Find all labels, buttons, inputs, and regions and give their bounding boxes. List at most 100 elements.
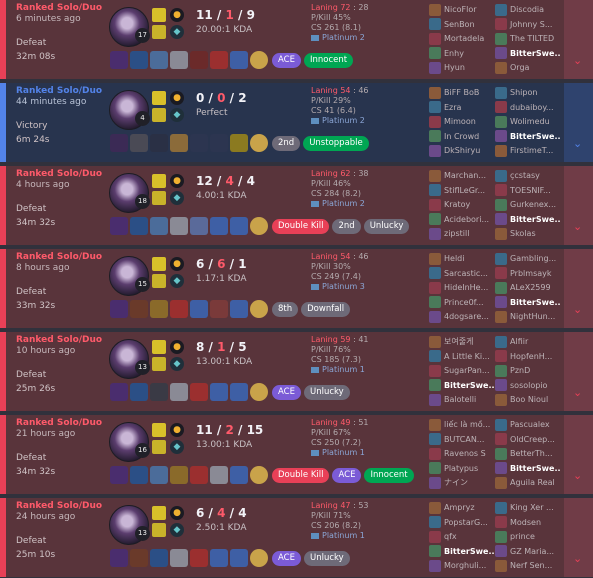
- player-entry[interactable]: liếc là mồ...: [429, 418, 495, 433]
- player-entry[interactable]: The TILTED: [495, 32, 561, 47]
- player-name[interactable]: In Crowd: [444, 132, 479, 141]
- player-name[interactable]: StiflLeGr...: [444, 186, 485, 195]
- player-entry[interactable]: Kratoy: [429, 198, 495, 213]
- player-entry[interactable]: BitterSwe...: [429, 545, 495, 560]
- player-entry[interactable]: BetterTh...: [495, 447, 561, 462]
- player-name[interactable]: Hyun: [444, 63, 465, 72]
- player-name[interactable]: BitterSwe...: [510, 132, 561, 141]
- player-name[interactable]: qfx: [444, 532, 457, 541]
- player-name[interactable]: King Xer ...: [510, 503, 554, 512]
- player-name[interactable]: BitterSwe...: [444, 547, 495, 556]
- player-entry[interactable]: OldCreep...: [495, 433, 561, 448]
- player-entry[interactable]: BiFF BoB: [429, 86, 495, 101]
- player-name[interactable]: BitterSwe...: [510, 49, 561, 58]
- player-name[interactable]: HopfenH...: [510, 352, 552, 361]
- player-name[interactable]: çcstasy: [510, 171, 540, 180]
- player-name[interactable]: Orga: [510, 63, 529, 72]
- expand-button[interactable]: ⌄: [564, 166, 593, 245]
- player-entry[interactable]: Ravenos S: [429, 447, 495, 462]
- expand-button[interactable]: ⌄: [564, 0, 593, 79]
- player-entry[interactable]: Wolimedu: [495, 115, 561, 130]
- player-entry[interactable]: SenBon: [429, 18, 495, 33]
- player-entry[interactable]: NicoFlor: [429, 3, 495, 18]
- player-name[interactable]: Wolimedu: [510, 117, 550, 126]
- player-name[interactable]: BitterSwe...: [510, 298, 561, 307]
- player-name[interactable]: ALeX2599: [510, 283, 551, 292]
- player-entry[interactable]: FirstimeT...: [495, 144, 561, 159]
- player-name[interactable]: Nerf Sen...: [510, 561, 552, 570]
- player-name[interactable]: TOESNIF...: [510, 186, 551, 195]
- player-name[interactable]: Pascualex: [510, 420, 550, 429]
- player-name[interactable]: SugarPan...: [444, 366, 489, 375]
- player-name[interactable]: BUTCAN...: [444, 435, 484, 444]
- expand-button[interactable]: ⌄: [564, 415, 593, 494]
- player-entry[interactable]: Prince0f...: [429, 296, 495, 311]
- player-name[interactable]: BetterTh...: [510, 449, 552, 458]
- player-entry[interactable]: qfx: [429, 530, 495, 545]
- player-entry[interactable]: Marchan...: [429, 169, 495, 184]
- player-name[interactable]: FirstimeT...: [510, 146, 553, 155]
- player-entry[interactable]: HopfenH...: [495, 350, 561, 365]
- player-entry[interactable]: Hyun: [429, 61, 495, 76]
- player-entry[interactable]: Mortadela: [429, 32, 495, 47]
- player-name[interactable]: Discodia: [510, 5, 544, 14]
- player-entry[interactable]: Modsen: [495, 516, 561, 531]
- player-entry[interactable]: ナイン: [429, 476, 495, 491]
- player-entry[interactable]: BitterSwe...: [495, 213, 561, 228]
- player-entry[interactable]: Gurkenex...: [495, 198, 561, 213]
- match-card[interactable]: Ranked Solo/Duo 44 minutes ago Victory 6m 2…: [0, 83, 593, 162]
- player-name[interactable]: Acidebori...: [444, 215, 489, 224]
- player-entry[interactable]: Acidebori...: [429, 213, 495, 228]
- player-entry[interactable]: HideInHe...: [429, 281, 495, 296]
- player-entry[interactable]: Skolas: [495, 227, 561, 242]
- player-entry[interactable]: Balotelli: [429, 393, 495, 408]
- player-name[interactable]: sosolopio: [510, 381, 547, 390]
- player-entry[interactable]: 4dogsare...: [429, 310, 495, 325]
- player-name[interactable]: Alfiir: [510, 337, 528, 346]
- expand-button[interactable]: ⌄: [564, 332, 593, 411]
- player-entry[interactable]: sosolopio: [495, 379, 561, 394]
- player-name[interactable]: Mortadela: [444, 34, 484, 43]
- player-entry[interactable]: King Xer ...: [495, 501, 561, 516]
- player-entry[interactable]: Heldi: [429, 252, 495, 267]
- player-name[interactable]: Ravenos S: [444, 449, 486, 458]
- player-entry[interactable]: Pascualex: [495, 418, 561, 433]
- player-entry[interactable]: çcstasy: [495, 169, 561, 184]
- player-entry[interactable]: Orga: [495, 61, 561, 76]
- player-entry[interactable]: A Little Ki...: [429, 350, 495, 365]
- expand-button[interactable]: ⌄: [564, 83, 593, 162]
- player-name[interactable]: Balotelli: [444, 395, 476, 404]
- player-name[interactable]: ナイン: [444, 478, 468, 487]
- player-entry[interactable]: BitterSwe...: [495, 47, 561, 62]
- player-name[interactable]: PznD: [510, 366, 530, 375]
- player-name[interactable]: dubaiboy...: [510, 103, 554, 112]
- player-name[interactable]: DkShiryu: [444, 146, 480, 155]
- match-card[interactable]: Ranked Solo/Duo 8 hours ago Defeat 33m 32s 1…: [0, 249, 593, 328]
- player-entry[interactable]: BitterSwe...: [495, 462, 561, 477]
- player-entry[interactable]: SugarPan...: [429, 364, 495, 379]
- player-name[interactable]: prince: [510, 532, 535, 541]
- player-entry[interactable]: In Crowd: [429, 130, 495, 145]
- player-entry[interactable]: Alfiir: [495, 335, 561, 350]
- player-name[interactable]: The TILTED: [510, 34, 554, 43]
- player-entry[interactable]: BitterSwe...: [495, 130, 561, 145]
- player-name[interactable]: BitterSwe...: [510, 464, 561, 473]
- player-entry[interactable]: ALeX2599: [495, 281, 561, 296]
- player-name[interactable]: 4dogsare...: [444, 312, 489, 321]
- player-entry[interactable]: Platypus: [429, 462, 495, 477]
- player-entry[interactable]: GZ Maria...: [495, 545, 561, 560]
- player-name[interactable]: BiFF BoB: [444, 88, 479, 97]
- player-name[interactable]: GZ Maria...: [510, 547, 554, 556]
- match-card[interactable]: Ranked Solo/Duo 21 hours ago Defeat 34m 32s…: [0, 415, 593, 494]
- player-name[interactable]: Kratoy: [444, 200, 470, 209]
- player-name[interactable]: Modsen: [510, 518, 541, 527]
- player-entry[interactable]: Ezra: [429, 101, 495, 116]
- player-name[interactable]: Gurkenex...: [510, 200, 556, 209]
- player-name[interactable]: Morghuli...: [444, 561, 486, 570]
- player-entry[interactable]: Johnny S...: [495, 18, 561, 33]
- player-entry[interactable]: PopstarG...: [429, 516, 495, 531]
- player-entry[interactable]: zipstill: [429, 227, 495, 242]
- player-entry[interactable]: BUTCAN...: [429, 433, 495, 448]
- player-name[interactable]: BitterSwe...: [510, 215, 561, 224]
- player-name[interactable]: Platypus: [444, 464, 478, 473]
